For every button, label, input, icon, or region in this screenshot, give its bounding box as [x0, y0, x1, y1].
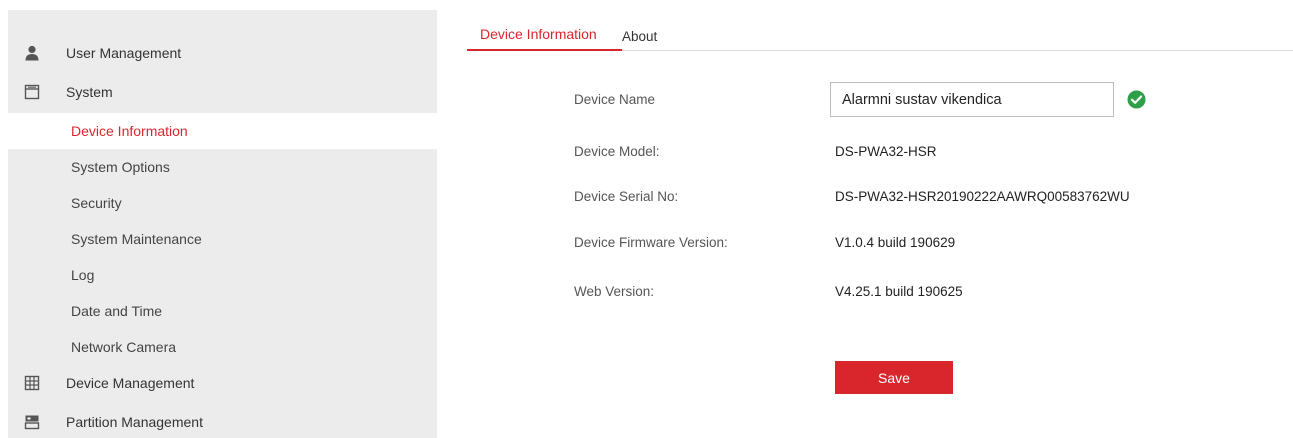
sidebar-item-network-camera[interactable]: Network Camera: [8, 329, 437, 365]
sidebar-item-label: Security: [71, 195, 122, 211]
sidebar-item-label: System: [66, 83, 113, 100]
tab-device-information[interactable]: Device Information: [467, 18, 622, 51]
web-version-value: V4.25.1 build 190625: [835, 284, 963, 299]
sidebar-item-label: Partition Management: [66, 413, 203, 430]
firmware-version-value: V1.0.4 build 190629: [835, 235, 956, 250]
device-model-row: Device Model: DS-PWA32-HSR: [574, 141, 1274, 165]
device-serial-value: DS-PWA32-HSR20190222AAWRQ00583762WU: [835, 189, 1130, 204]
sidebar-item-device-information[interactable]: Device Information: [8, 113, 437, 149]
sidebar-item-label: Device Information: [71, 123, 188, 139]
device-grid-icon: [24, 375, 40, 391]
device-model-value: DS-PWA32-HSR: [835, 144, 937, 159]
sidebar-item-label: System Maintenance: [71, 231, 202, 247]
tab-bar: Device Information About: [467, 18, 1293, 51]
web-version-label: Web Version:: [574, 284, 655, 299]
sidebar-item-system[interactable]: System: [8, 73, 437, 110]
sidebar-item-label: Log: [71, 267, 95, 283]
firmware-version-row: Device Firmware Version: V1.0.4 build 19…: [574, 232, 1274, 256]
window-icon: [24, 84, 40, 100]
sidebar-item-label: Device Management: [66, 374, 195, 391]
web-version-row: Web Version: V4.25.1 build 190625: [574, 281, 1274, 305]
partition-icon: [24, 414, 40, 430]
sidebar-item-label: Date and Time: [71, 303, 163, 319]
device-serial-label: Device Serial No:: [574, 189, 679, 204]
sidebar-item-system-maintenance[interactable]: System Maintenance: [8, 221, 437, 257]
firmware-version-label: Device Firmware Version:: [574, 235, 728, 250]
sidebar-item-user-management[interactable]: User Management: [8, 34, 437, 71]
tab-about[interactable]: About: [622, 18, 657, 51]
sidebar: User Management System Device Informatio…: [8, 10, 437, 438]
sidebar-item-security[interactable]: Security: [8, 185, 437, 221]
sidebar-item-device-management[interactable]: Device Management: [8, 364, 437, 401]
sidebar-item-label: Network Camera: [71, 339, 177, 355]
device-serial-row: Device Serial No: DS-PWA32-HSR20190222AA…: [574, 186, 1274, 210]
device-name-label: Device Name: [574, 92, 656, 107]
check-circle-icon: [1127, 90, 1146, 109]
sidebar-item-system-options[interactable]: System Options: [8, 149, 437, 185]
device-name-input[interactable]: [830, 82, 1114, 117]
sidebar-item-label: System Options: [71, 159, 170, 175]
device-model-label: Device Model:: [574, 144, 660, 159]
sidebar-item-label: User Management: [66, 44, 182, 61]
sidebar-item-date-and-time[interactable]: Date and Time: [8, 293, 437, 329]
save-button[interactable]: Save: [835, 361, 953, 394]
user-icon: [24, 45, 40, 61]
sidebar-item-log[interactable]: Log: [8, 257, 437, 293]
sidebar-item-partition-management[interactable]: Partition Management: [8, 403, 437, 438]
